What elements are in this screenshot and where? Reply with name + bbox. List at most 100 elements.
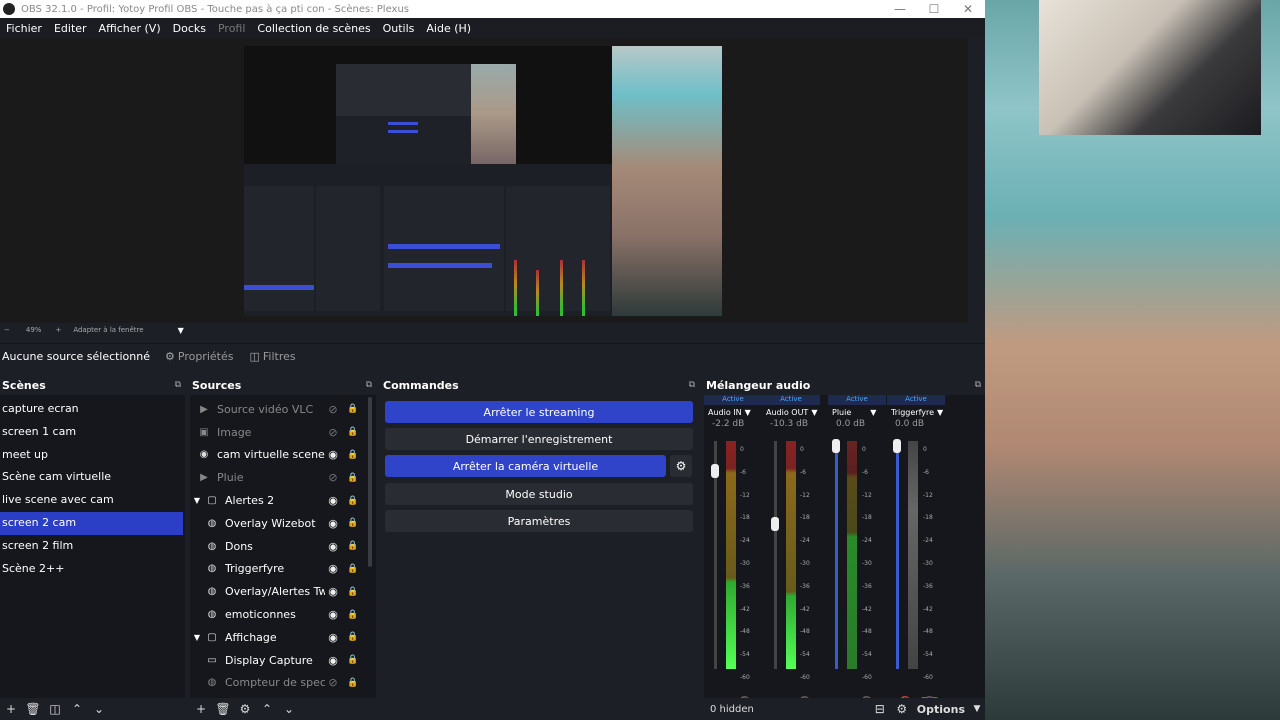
- delete-scene-icon[interactable]: 🗑: [22, 702, 44, 716]
- chevron-down-icon[interactable]: ▼: [969, 704, 985, 714]
- source-group[interactable]: ▼ ▢ Alertes 2 ◉ 🔒: [190, 489, 376, 512]
- add-scene-icon[interactable]: +: [0, 702, 22, 716]
- visibility-icon[interactable]: ◉: [326, 494, 340, 507]
- lock-icon[interactable]: 🔒: [347, 610, 359, 620]
- expand-icon[interactable]: ▼: [190, 496, 204, 505]
- stop-streaming-button[interactable]: Arrêter le streaming: [385, 401, 693, 423]
- source-item[interactable]: ▶ Source vidéo VLC ⊘ 🔒: [190, 398, 376, 421]
- channel-menu-icon[interactable]: ▼: [870, 408, 876, 417]
- source-item[interactable]: ◍ Overlay Wizebot ◉ 🔒: [190, 512, 376, 535]
- menu-editer[interactable]: Editer: [48, 22, 93, 35]
- filters-button[interactable]: ◫ Filtres: [241, 350, 303, 363]
- channel-name[interactable]: Pluie ▼: [828, 405, 886, 419]
- sources-scrollbar[interactable]: [368, 397, 372, 567]
- visibility-hidden-icon[interactable]: ⊘: [326, 676, 340, 689]
- zoom-out-button[interactable]: −: [4, 326, 10, 334]
- settings-button[interactable]: Paramètres: [385, 510, 693, 532]
- visibility-icon[interactable]: ◉: [326, 517, 340, 530]
- visibility-icon[interactable]: ◉: [326, 654, 340, 667]
- menu-outils[interactable]: Outils: [377, 22, 421, 35]
- float-dock-icon[interactable]: ⧉: [975, 380, 981, 390]
- minimize-button[interactable]: —: [883, 2, 917, 16]
- stop-virtual-camera-button[interactable]: Arrêter la caméra virtuelle: [385, 455, 666, 477]
- menu-docks[interactable]: Docks: [167, 22, 212, 35]
- visibility-icon[interactable]: ◉: [326, 631, 340, 644]
- zoom-dropdown-icon[interactable]: ▼: [178, 326, 184, 335]
- scene-item[interactable]: capture ecran: [0, 398, 185, 421]
- visibility-icon[interactable]: ◉: [326, 585, 340, 598]
- lock-icon[interactable]: 🔒: [347, 518, 359, 528]
- move-down-icon[interactable]: ⌄: [278, 702, 300, 716]
- delete-source-icon[interactable]: 🗑: [212, 702, 234, 716]
- lock-icon[interactable]: 🔒: [347, 564, 359, 574]
- scene-item[interactable]: screen 1 cam: [0, 421, 185, 444]
- menu-profil[interactable]: Profil: [212, 22, 251, 35]
- lock-icon[interactable]: 🔒: [347, 496, 359, 506]
- channel-menu-icon[interactable]: ▼: [937, 408, 943, 417]
- visibility-icon[interactable]: ◉: [326, 608, 340, 621]
- source-item[interactable]: ▭ Display Capture ◉ 🔒: [190, 649, 376, 672]
- source-item[interactable]: ▶ Pluie ⊘ 🔒: [190, 466, 376, 489]
- source-group[interactable]: ▼ ▢ Affichage ◉ 🔒: [190, 626, 376, 649]
- maximize-button[interactable]: ☐: [917, 2, 951, 16]
- lock-icon[interactable]: 🔒: [347, 427, 359, 437]
- menu-afficher[interactable]: Afficher (V): [93, 22, 167, 35]
- mixer-layout-icon[interactable]: ⊟: [869, 702, 891, 716]
- volume-slider-track[interactable]: [774, 441, 777, 669]
- volume-slider-track[interactable]: [896, 441, 899, 669]
- visibility-icon[interactable]: ◉: [326, 562, 340, 575]
- visibility-hidden-icon[interactable]: ⊘: [326, 426, 340, 439]
- visibility-hidden-icon[interactable]: ⊘: [326, 403, 340, 416]
- options-button[interactable]: Options: [913, 703, 969, 716]
- scene-item[interactable]: Scène 2++: [0, 558, 185, 581]
- mixer-advanced-icon[interactable]: ⚙: [891, 702, 913, 716]
- scene-item[interactable]: meet up: [0, 444, 185, 467]
- float-dock-icon[interactable]: ⧉: [175, 380, 181, 390]
- volume-slider-handle[interactable]: [711, 464, 719, 478]
- channel-menu-icon[interactable]: ▼: [811, 408, 817, 417]
- start-recording-button[interactable]: Démarrer l'enregistrement: [385, 428, 693, 450]
- lock-icon[interactable]: 🔒: [347, 678, 359, 688]
- lock-icon[interactable]: 🔒: [347, 541, 359, 551]
- menu-fichier[interactable]: Fichier: [0, 22, 48, 35]
- volume-slider-track[interactable]: [835, 441, 838, 669]
- visibility-icon[interactable]: ◉: [326, 448, 340, 461]
- zoom-in-button[interactable]: +: [55, 326, 61, 334]
- preview-canvas[interactable]: [0, 38, 968, 323]
- lock-icon[interactable]: 🔒: [347, 655, 359, 665]
- source-item[interactable]: ▣ Image ⊘ 🔒: [190, 421, 376, 444]
- scene-filters-icon[interactable]: ◫: [44, 702, 66, 716]
- close-button[interactable]: ✕: [951, 2, 985, 16]
- add-source-icon[interactable]: +: [190, 702, 212, 716]
- volume-slider-handle[interactable]: [832, 439, 840, 453]
- scene-item[interactable]: Scène cam virtuelle: [0, 466, 185, 489]
- scene-item[interactable]: screen 2 film: [0, 535, 185, 558]
- float-dock-icon[interactable]: ⧉: [689, 380, 695, 390]
- source-item[interactable]: ◍ Dons ◉ 🔒: [190, 535, 376, 558]
- volume-slider-handle[interactable]: [893, 439, 901, 453]
- source-item[interactable]: ◍Compteur de spectateurs⊘🔒: [190, 672, 376, 695]
- channel-name[interactable]: Triggerfyre ▼: [887, 405, 945, 419]
- volume-slider-handle[interactable]: [771, 517, 779, 531]
- source-item[interactable]: ◍Overlay/Alertes Twitch◉🔒: [190, 580, 376, 603]
- source-item[interactable]: ◍ emoticonnes ◉ 🔒: [190, 603, 376, 626]
- move-down-icon[interactable]: ⌄: [88, 702, 110, 716]
- expand-icon[interactable]: ▼: [190, 633, 204, 642]
- move-up-icon[interactable]: ⌃: [66, 702, 88, 716]
- lock-icon[interactable]: 🔒: [347, 632, 359, 642]
- scene-item-selected[interactable]: screen 2 cam: [0, 511, 183, 535]
- menu-aide[interactable]: Aide (H): [420, 22, 477, 35]
- source-properties-icon[interactable]: ⚙: [234, 702, 256, 716]
- lock-icon[interactable]: 🔒: [347, 450, 359, 460]
- lock-icon[interactable]: 🔒: [347, 587, 359, 597]
- move-up-icon[interactable]: ⌃: [256, 702, 278, 716]
- channel-name[interactable]: Audio IN ▼: [704, 405, 762, 419]
- virtual-camera-settings-icon[interactable]: ⚙: [670, 455, 692, 477]
- float-dock-icon[interactable]: ⧉: [366, 380, 372, 390]
- channel-name[interactable]: Audio OUT ▼: [762, 405, 820, 419]
- source-item[interactable]: ◍ Triggerfyre ◉ 🔒: [190, 558, 376, 581]
- studio-mode-button[interactable]: Mode studio: [385, 483, 693, 505]
- source-item[interactable]: ◉cam virtuelle scene cam◉🔒: [190, 444, 376, 467]
- scene-item[interactable]: live scene avec cam: [0, 489, 185, 512]
- menu-collection-scenes[interactable]: Collection de scènes: [251, 22, 376, 35]
